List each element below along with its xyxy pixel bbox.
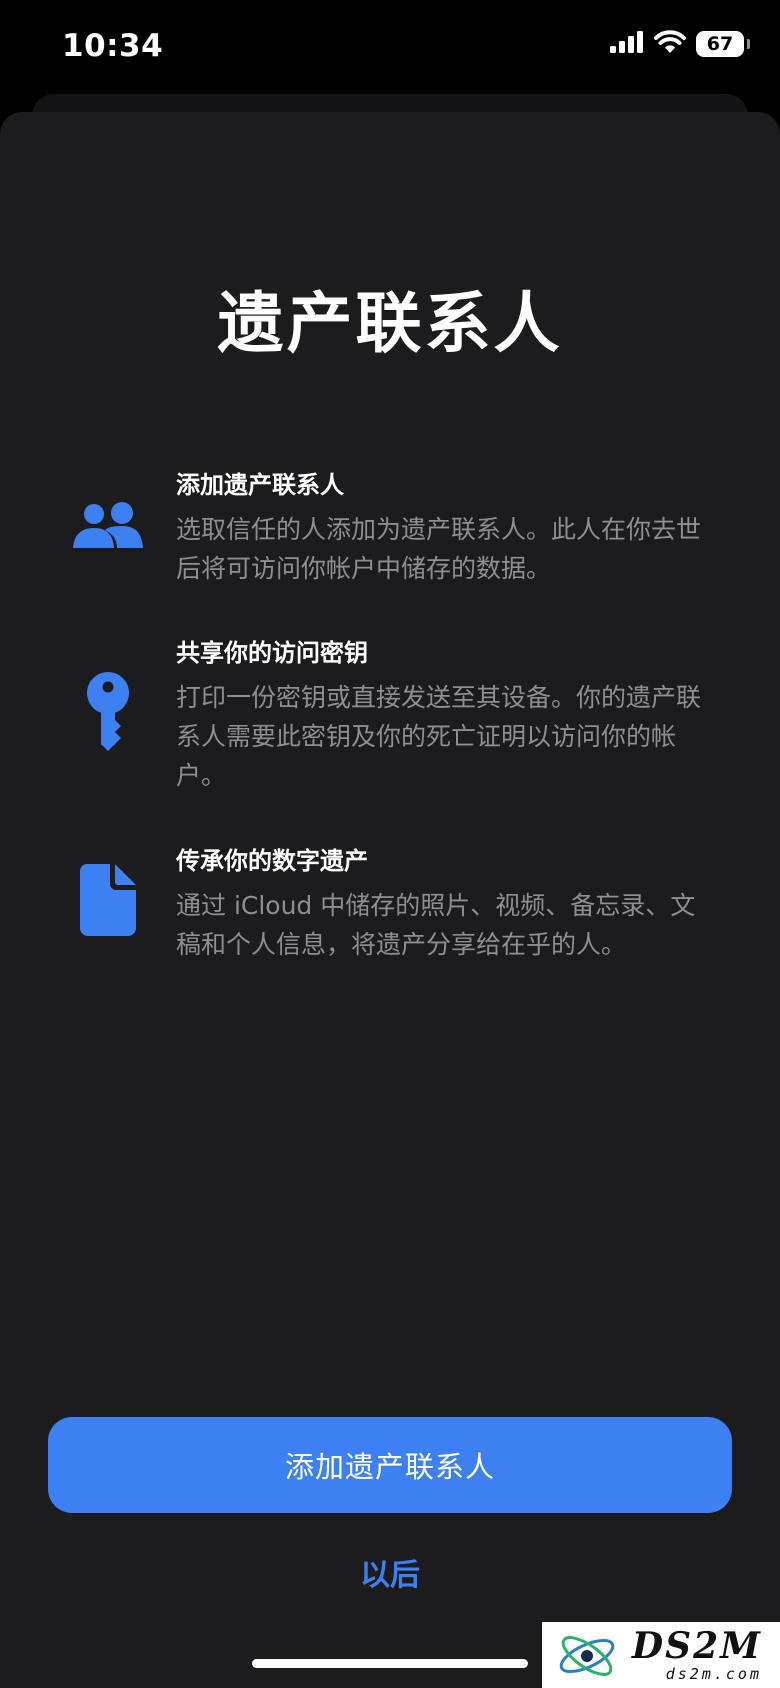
watermark-logo-text: DS2M [631,1625,762,1667]
cellular-signal-icon [610,31,644,57]
feature-description: 打印一份密钥或直接发送至其设备。你的遗产联系人需要此密钥及你的死亡证明以访问你的… [176,683,702,790]
battery-icon: 67 [696,31,750,57]
home-indicator[interactable] [252,1659,528,1668]
feature-title: 共享你的访问密钥 [176,639,368,667]
feature-title: 传承你的数字遗产 [176,847,368,875]
feature-text: 传承你的数字遗产 通过 iCloud 中储存的照片、视频、备忘录、文稿和个人信息… [176,846,720,964]
status-icons: 67 [610,30,750,58]
feature-text: 添加遗产联系人 选取信任的人添加为遗产联系人。此人在你去世后将可访问你帐户中储存… [176,470,720,588]
page-title: 遗产联系人 [217,285,563,362]
people-icon [72,500,144,552]
feature-text: 共享你的访问密钥 打印一份密钥或直接发送至其设备。你的遗产联系人需要此密钥及你的… [176,638,720,795]
feature-description: 通过 iCloud 中储存的照片、视频、备忘录、文稿和个人信息，将遗产分享给在乎… [176,891,696,959]
later-button[interactable]: 以后 [0,1550,780,1594]
watermark-logo-icon [554,1628,620,1688]
feature-title: 添加遗产联系人 [176,471,344,499]
watermark-url: ds2m.com [665,1665,762,1683]
feature-description: 选取信任的人添加为遗产联系人。此人在你去世后将可访问你帐户中储存的数据。 [176,515,702,583]
document-icon [80,864,136,936]
battery-level: 67 [706,33,734,55]
watermark-text: DS2M ds2m.com [632,1627,762,1683]
add-legacy-contact-button[interactable]: 添加遗产联系人 [48,1417,732,1513]
wifi-icon [654,30,686,58]
watermark: DS2M ds2m.com [542,1622,780,1688]
key-icon [86,672,130,752]
status-time: 10:34 [62,28,164,64]
